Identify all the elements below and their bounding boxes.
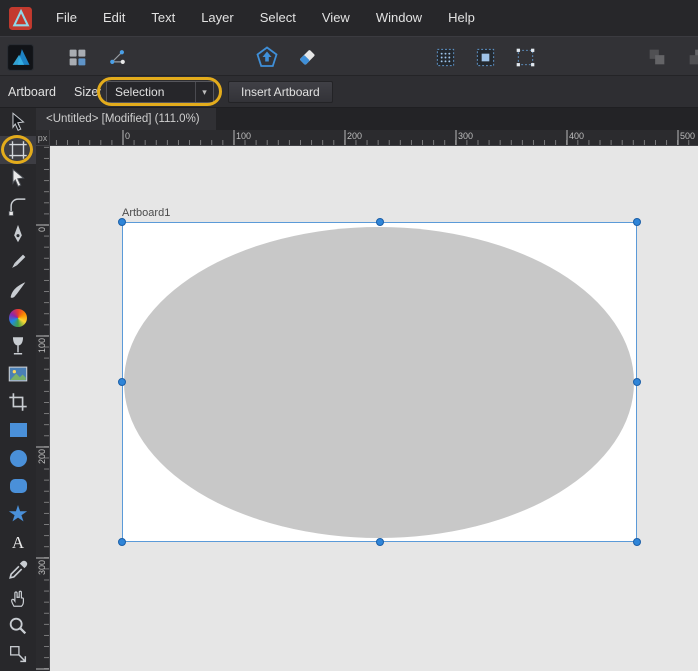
artboard[interactable] [122,222,637,542]
selection-handle[interactable] [118,378,126,386]
selection-handle[interactable] [375,218,384,226]
vruler-label: 0 [37,227,47,233]
hruler-major-ticks [50,130,698,145]
menu-item-select[interactable]: Select [247,0,309,36]
toolbar-left-group [62,37,132,77]
vruler-label: 100 [37,338,47,354]
hruler-label: 300 [458,131,474,141]
fill-tool[interactable] [0,304,36,332]
menu-item-view[interactable]: View [309,0,363,36]
app-window-icon [9,6,32,30]
arrange-icon-2[interactable] [682,42,698,72]
tool-strip: A [0,108,36,671]
rectangle-tool[interactable] [0,416,36,444]
selection-handle[interactable] [633,218,641,226]
toolbar-center-group [252,37,322,77]
context-tool-label: Artboard [8,85,56,99]
grid-icon[interactable] [62,42,92,72]
pen-tool[interactable] [0,220,36,248]
menu-item-window[interactable]: Window [363,0,435,36]
place-image-tool[interactable] [0,360,36,388]
toolbar-disabled-group [642,37,698,77]
toolbar-logo-group [4,37,36,77]
hruler-label: 200 [347,131,363,141]
menu-bar-items: File Edit Text Layer Select View Window Help [43,0,488,36]
menu-item-layer[interactable]: Layer [188,0,247,36]
hruler-label: 400 [569,131,585,141]
toolbar-right-group [430,37,540,77]
selection-handle[interactable] [375,538,384,546]
selection-handle[interactable] [633,378,641,386]
document-tab[interactable]: <Untitled> [Modified] (111.0%) [36,108,216,130]
selection-handle[interactable] [118,218,126,226]
color-picker-tool[interactable] [0,556,36,584]
vruler-label: 300 [37,560,47,576]
hruler-label: 0 [125,131,131,141]
chevron-down-icon: ▾ [195,82,213,102]
corner-tool[interactable] [0,192,36,220]
document-tab-bar: <Untitled> [Modified] (111.0%) [36,108,698,130]
pentagon-upload-icon[interactable] [252,42,282,72]
rounded-rectangle-tool[interactable] [0,472,36,500]
snap-dots-icon[interactable] [430,42,460,72]
point-transform-tool[interactable] [0,640,36,668]
snap-transform-icon[interactable] [510,42,540,72]
ellipse-shape[interactable] [124,227,634,538]
selection-handle[interactable] [633,538,641,546]
zoom-tool[interactable] [0,612,36,640]
insert-artboard-button[interactable]: Insert Artboard [228,81,333,103]
vertical-ruler[interactable]: 0 100 200 300 [36,146,50,671]
menu-bar: File Edit Text Layer Select View Window Help [0,0,698,36]
eraser-icon[interactable] [292,42,322,72]
snap-squares-icon[interactable] [470,42,500,72]
hruler-label: 100 [236,131,252,141]
vector-brush-tool[interactable] [0,276,36,304]
pencil-tool[interactable] [0,248,36,276]
view-tool[interactable] [0,584,36,612]
menu-item-text[interactable]: Text [138,0,188,36]
menu-item-file[interactable]: File [43,0,90,36]
main-toolbar [0,36,698,76]
selection-handle[interactable] [118,538,126,546]
size-dropdown-value: Selection [115,85,165,99]
vector-crop-tool[interactable] [0,388,36,416]
menu-item-help[interactable]: Help [435,0,488,36]
hruler-label: 500 [680,131,696,141]
app-window: File Edit Text Layer Select View Window Help Ar… [0,0,698,671]
canvas[interactable]: Artboard1 [50,146,698,671]
affinity-designer-logo[interactable] [4,42,36,72]
size-dropdown[interactable]: Selection ▾ [106,81,214,103]
ellipse-tool[interactable] [0,444,36,472]
vruler-label: 200 [37,449,47,465]
context-toolbar: Artboard Size: Selection ▾ Insert Artboa… [0,76,698,108]
artboard-tool[interactable] [0,135,36,164]
artboard-label: Artboard1 [122,207,171,219]
menu-item-edit[interactable]: Edit [90,0,138,36]
vruler-major-ticks [36,146,49,671]
node-tool[interactable] [0,164,36,192]
node-connections-icon[interactable] [102,42,132,72]
horizontal-ruler[interactable]: 0 100 200 300 400 500 [50,130,698,146]
size-label: Size: [74,85,102,99]
artistic-text-tool[interactable]: A [0,528,36,556]
arrange-icon-1[interactable] [642,42,672,72]
transparency-tool[interactable] [0,332,36,360]
ruler-unit-label: px [36,130,50,146]
move-tool[interactable] [0,108,36,136]
star-tool[interactable] [0,500,36,528]
